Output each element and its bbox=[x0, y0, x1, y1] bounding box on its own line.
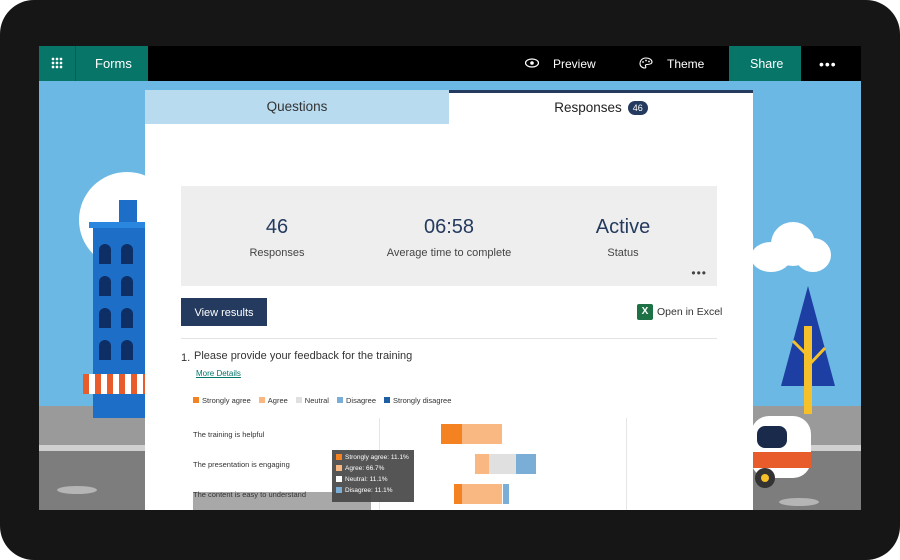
tooltip-label: Disagree: 11.1% bbox=[345, 487, 393, 494]
excel-icon: X bbox=[637, 304, 653, 320]
stat-label: Average time to complete bbox=[386, 247, 512, 259]
summary-more-icon[interactable]: ••• bbox=[691, 266, 707, 280]
tooltip-swatch bbox=[336, 476, 342, 482]
tooltip-swatch bbox=[336, 487, 342, 493]
tab-questions[interactable]: Questions bbox=[145, 90, 449, 124]
manhole bbox=[57, 486, 97, 494]
tooltip-row: Neutral: 11.1% bbox=[336, 474, 410, 485]
responses-count-badge: 46 bbox=[627, 101, 648, 115]
legend-swatch bbox=[295, 397, 302, 403]
chart-bar-segment[interactable] bbox=[515, 454, 537, 474]
stat-value: Active bbox=[595, 216, 651, 238]
chart-bar-segment[interactable] bbox=[441, 424, 462, 444]
chart-bar-segment[interactable] bbox=[454, 484, 462, 504]
legend-item: Neutral bbox=[295, 396, 329, 405]
legend-item: Agree bbox=[258, 396, 288, 405]
chart-tooltip: Strongly agree: 11.1% Agree: 66.7% Neutral… bbox=[332, 450, 414, 502]
stat-label: Responses bbox=[249, 247, 305, 259]
legend-label: Neutral bbox=[304, 396, 329, 405]
chart-category-label: The content is easy to understand bbox=[193, 490, 306, 499]
more-details-link[interactable]: More Details bbox=[196, 369, 241, 378]
legend-swatch bbox=[336, 397, 343, 403]
tooltip-label: Strongly agree: 11.1% bbox=[345, 454, 409, 461]
legend-label: Agree bbox=[267, 396, 288, 405]
eye-icon bbox=[525, 58, 539, 68]
divider bbox=[181, 338, 717, 339]
open-in-excel-label: Open in Excel bbox=[657, 306, 723, 318]
summary-panel: 46 Responses 06:58 Average time to compl… bbox=[181, 186, 717, 286]
chart-category-label: The presentation is engaging bbox=[193, 460, 290, 469]
question-number: 1. bbox=[181, 352, 191, 364]
chart-bar-segment[interactable] bbox=[461, 424, 503, 444]
chart-bar-segment[interactable] bbox=[502, 484, 510, 504]
more-options-icon[interactable]: ••• bbox=[819, 56, 845, 72]
chart-category-label: The training is helpful bbox=[193, 430, 265, 439]
tooltip-row: Strongly agree: 11.1% bbox=[336, 452, 410, 463]
legend-swatch bbox=[384, 397, 390, 403]
question-text: Please provide your feedback for the tra… bbox=[194, 350, 413, 362]
preview-label: Preview bbox=[553, 57, 596, 71]
legend-label: Strongly agree bbox=[202, 396, 251, 405]
app-brand[interactable]: Forms bbox=[75, 46, 148, 81]
theme-label: Theme bbox=[667, 57, 705, 71]
tab-responses[interactable]: Responses 46 bbox=[449, 90, 753, 124]
palette-icon bbox=[639, 57, 653, 69]
tooltip-swatch bbox=[336, 454, 342, 460]
screen: Forms Preview Theme Share ••• Questions … bbox=[39, 46, 861, 510]
tab-bar: Questions Responses 46 bbox=[145, 90, 753, 124]
waffle-icon[interactable] bbox=[39, 46, 75, 81]
legend-label: Strongly disagree bbox=[393, 396, 452, 405]
legend-label: Disagree bbox=[345, 396, 376, 405]
app-header: Forms Preview Theme Share ••• bbox=[39, 46, 861, 81]
cloud-illustration bbox=[751, 222, 831, 274]
view-results-button[interactable]: View results bbox=[181, 298, 267, 326]
legend-swatch bbox=[193, 397, 199, 403]
share-label: Share bbox=[750, 57, 784, 71]
chart-bar-segment[interactable] bbox=[489, 454, 516, 474]
chart-legend: Strongly agree Agree Neutral Disagree Strong… bbox=[193, 396, 459, 408]
theme-button[interactable]: Theme bbox=[639, 46, 719, 81]
share-button[interactable]: Share bbox=[729, 46, 801, 81]
stat-avg-time: 06:58 Average time to complete bbox=[369, 216, 529, 259]
app-name: Forms bbox=[95, 56, 132, 71]
tooltip-row: Agree: 66.7% bbox=[336, 463, 410, 474]
tab-questions-label: Questions bbox=[266, 99, 328, 114]
tooltip-label: Neutral: 11.1% bbox=[345, 476, 388, 483]
tablet-frame: Forms Preview Theme Share ••• Questions … bbox=[0, 0, 900, 560]
tooltip-label: Agree: 66.7% bbox=[345, 465, 385, 472]
van-illustration bbox=[751, 416, 811, 488]
stat-status: Active Status bbox=[543, 216, 703, 259]
preview-button[interactable]: Preview bbox=[525, 46, 605, 81]
feedback-chart: The training is helpful The presentation … bbox=[193, 418, 643, 510]
chart-bar-segment[interactable] bbox=[475, 454, 490, 474]
responses-card: Questions Responses 46 46 Responses 06:58… bbox=[145, 90, 753, 510]
stat-label: Status bbox=[607, 247, 639, 259]
tree-illustration bbox=[781, 286, 835, 414]
tab-responses-label: Responses bbox=[554, 100, 622, 115]
legend-item: Disagree bbox=[336, 396, 376, 405]
manhole bbox=[779, 498, 819, 506]
legend-swatch bbox=[258, 397, 265, 403]
legend-item: Strongly agree bbox=[193, 396, 251, 405]
chart-bar-segment[interactable] bbox=[461, 484, 503, 504]
tooltip-row: Disagree: 11.1% bbox=[336, 485, 410, 496]
stat-value: 46 bbox=[265, 216, 289, 238]
chart-gridline bbox=[626, 418, 627, 510]
stat-responses: 46 Responses bbox=[197, 216, 357, 259]
legend-item: Strongly disagree bbox=[384, 396, 451, 405]
stat-value: 06:58 bbox=[423, 216, 475, 238]
tooltip-swatch bbox=[336, 465, 342, 471]
awning-illustration bbox=[83, 374, 153, 394]
